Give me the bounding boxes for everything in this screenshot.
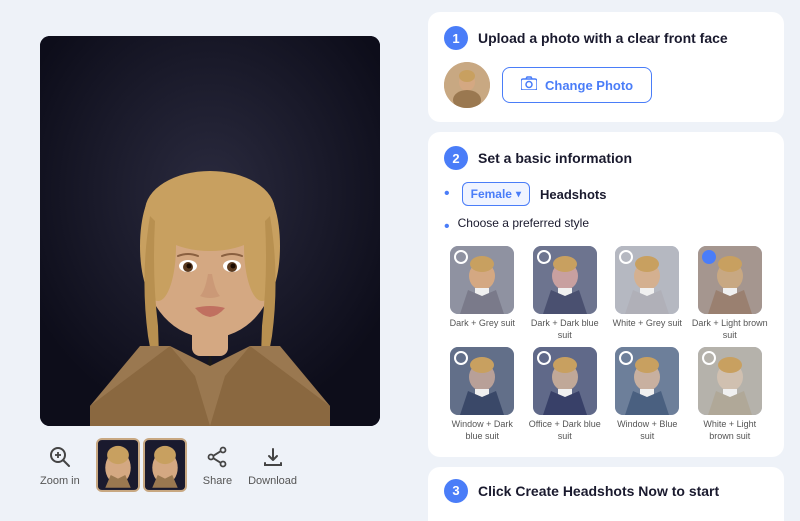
style-name: Dark + Grey suit xyxy=(450,318,515,330)
style-name: Office + Dark blue suit xyxy=(527,419,604,442)
radio-dot xyxy=(702,250,716,264)
download-control[interactable]: Download xyxy=(248,443,297,487)
step3-number: 3 xyxy=(444,479,468,503)
zoom-in-control[interactable]: Zoom in xyxy=(40,443,80,487)
zoom-in-icon xyxy=(46,443,74,471)
style-name: Dark + Dark blue suit xyxy=(527,318,604,341)
step2-number: 2 xyxy=(444,146,468,170)
step1-card: 1 Upload a photo with a clear front face xyxy=(428,12,784,122)
gender-select[interactable]: Female ▾ xyxy=(462,182,530,206)
style-item[interactable]: Window + Blue suit xyxy=(609,347,686,442)
step3-title: Click Create Headshots Now to start xyxy=(478,483,719,499)
right-panel: 1 Upload a photo with a clear front face xyxy=(420,0,800,521)
step1-header: 1 Upload a photo with a clear front face xyxy=(444,26,768,50)
info-row: • Female ▾ Headshots xyxy=(444,182,768,206)
upload-row: Change Photo xyxy=(444,62,768,108)
share-control[interactable]: Share xyxy=(203,443,232,487)
share-icon xyxy=(203,443,231,471)
step1-title: Upload a photo with a clear front face xyxy=(478,30,728,46)
style-item[interactable]: Office + Dark blue suit xyxy=(527,347,604,442)
bottom-controls: Zoom in xyxy=(40,438,380,492)
step2-card: 2 Set a basic information • Female ▾ Hea… xyxy=(428,132,784,457)
style-section-label: Choose a preferred style xyxy=(458,216,589,230)
radio-dot xyxy=(537,250,551,264)
thumbnail-2[interactable] xyxy=(143,438,187,492)
style-name: Dark + Light brown suit xyxy=(692,318,769,341)
step2-title: Set a basic information xyxy=(478,150,632,166)
download-label: Download xyxy=(248,475,297,487)
bullet-1: • xyxy=(444,185,450,203)
zoom-in-label: Zoom in xyxy=(40,475,80,487)
bullet-2: • xyxy=(444,218,450,236)
style-thumb xyxy=(615,246,679,314)
download-icon xyxy=(259,443,287,471)
style-item[interactable]: Dark + Grey suit xyxy=(444,246,521,341)
style-thumb xyxy=(450,246,514,314)
step3-card: 3 Click Create Headshots Now to start Cr… xyxy=(428,467,784,521)
style-thumb xyxy=(615,347,679,415)
change-photo-button[interactable]: Change Photo xyxy=(502,67,652,103)
style-name: White + Grey suit xyxy=(613,318,682,330)
main-photo xyxy=(40,36,380,426)
style-thumb xyxy=(533,347,597,415)
step2-header: 2 Set a basic information xyxy=(444,146,768,170)
change-photo-label: Change Photo xyxy=(545,78,633,93)
style-item[interactable]: Dark + Dark blue suit xyxy=(527,246,604,341)
style-thumb xyxy=(698,246,762,314)
style-item[interactable]: White + Grey suit xyxy=(609,246,686,341)
style-thumb xyxy=(698,347,762,415)
chevron-down-icon: ▾ xyxy=(516,189,521,200)
style-name: White + Light brown suit xyxy=(692,419,769,442)
style-item[interactable]: Dark + Light brown suit xyxy=(692,246,769,341)
step1-number: 1 xyxy=(444,26,468,50)
style-item[interactable]: White + Light brown suit xyxy=(692,347,769,442)
style-name: Window + Dark blue suit xyxy=(444,419,521,442)
style-thumb xyxy=(450,347,514,415)
thumbnail-1[interactable] xyxy=(96,438,140,492)
left-panel: Zoom in xyxy=(0,0,420,521)
step3-header: 3 Click Create Headshots Now to start xyxy=(444,479,768,503)
style-item[interactable]: Window + Dark blue suit xyxy=(444,347,521,442)
style-grid: Dark + Grey suit Dark + Dark blue suit W… xyxy=(444,246,768,443)
gender-value: Female xyxy=(471,187,512,201)
style-name: Window + Blue suit xyxy=(609,419,686,442)
thumbnail-group xyxy=(96,438,187,492)
style-thumb xyxy=(533,246,597,314)
avatar xyxy=(444,62,490,108)
share-label: Share xyxy=(203,475,232,487)
camera-icon xyxy=(521,76,537,94)
category-label: Headshots xyxy=(540,187,606,202)
